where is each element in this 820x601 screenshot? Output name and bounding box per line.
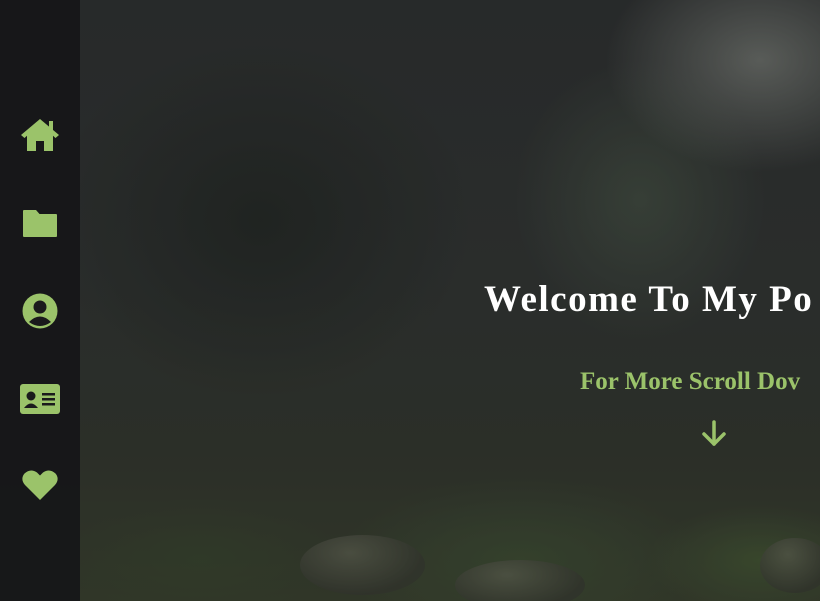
heart-icon [22,470,58,500]
sidebar-item-home[interactable] [0,110,80,160]
page: Welcome To My Po For More Scroll Dov [0,0,820,601]
sidebar-item-profile[interactable] [0,286,80,336]
hero-subtitle: For More Scroll Dov [580,368,801,395]
home-icon [21,119,59,151]
user-circle-icon [22,293,58,329]
sidebar-item-favorites[interactable] [0,460,80,510]
hero-title: Welcome To My Po [484,279,814,320]
sidebar-item-folder[interactable] [0,198,80,248]
arrow-down-icon[interactable] [701,420,727,448]
sidebar-item-contact-card[interactable] [0,374,80,424]
sidebar [0,0,80,601]
folder-icon [23,210,57,237]
id-card-icon [20,384,60,414]
